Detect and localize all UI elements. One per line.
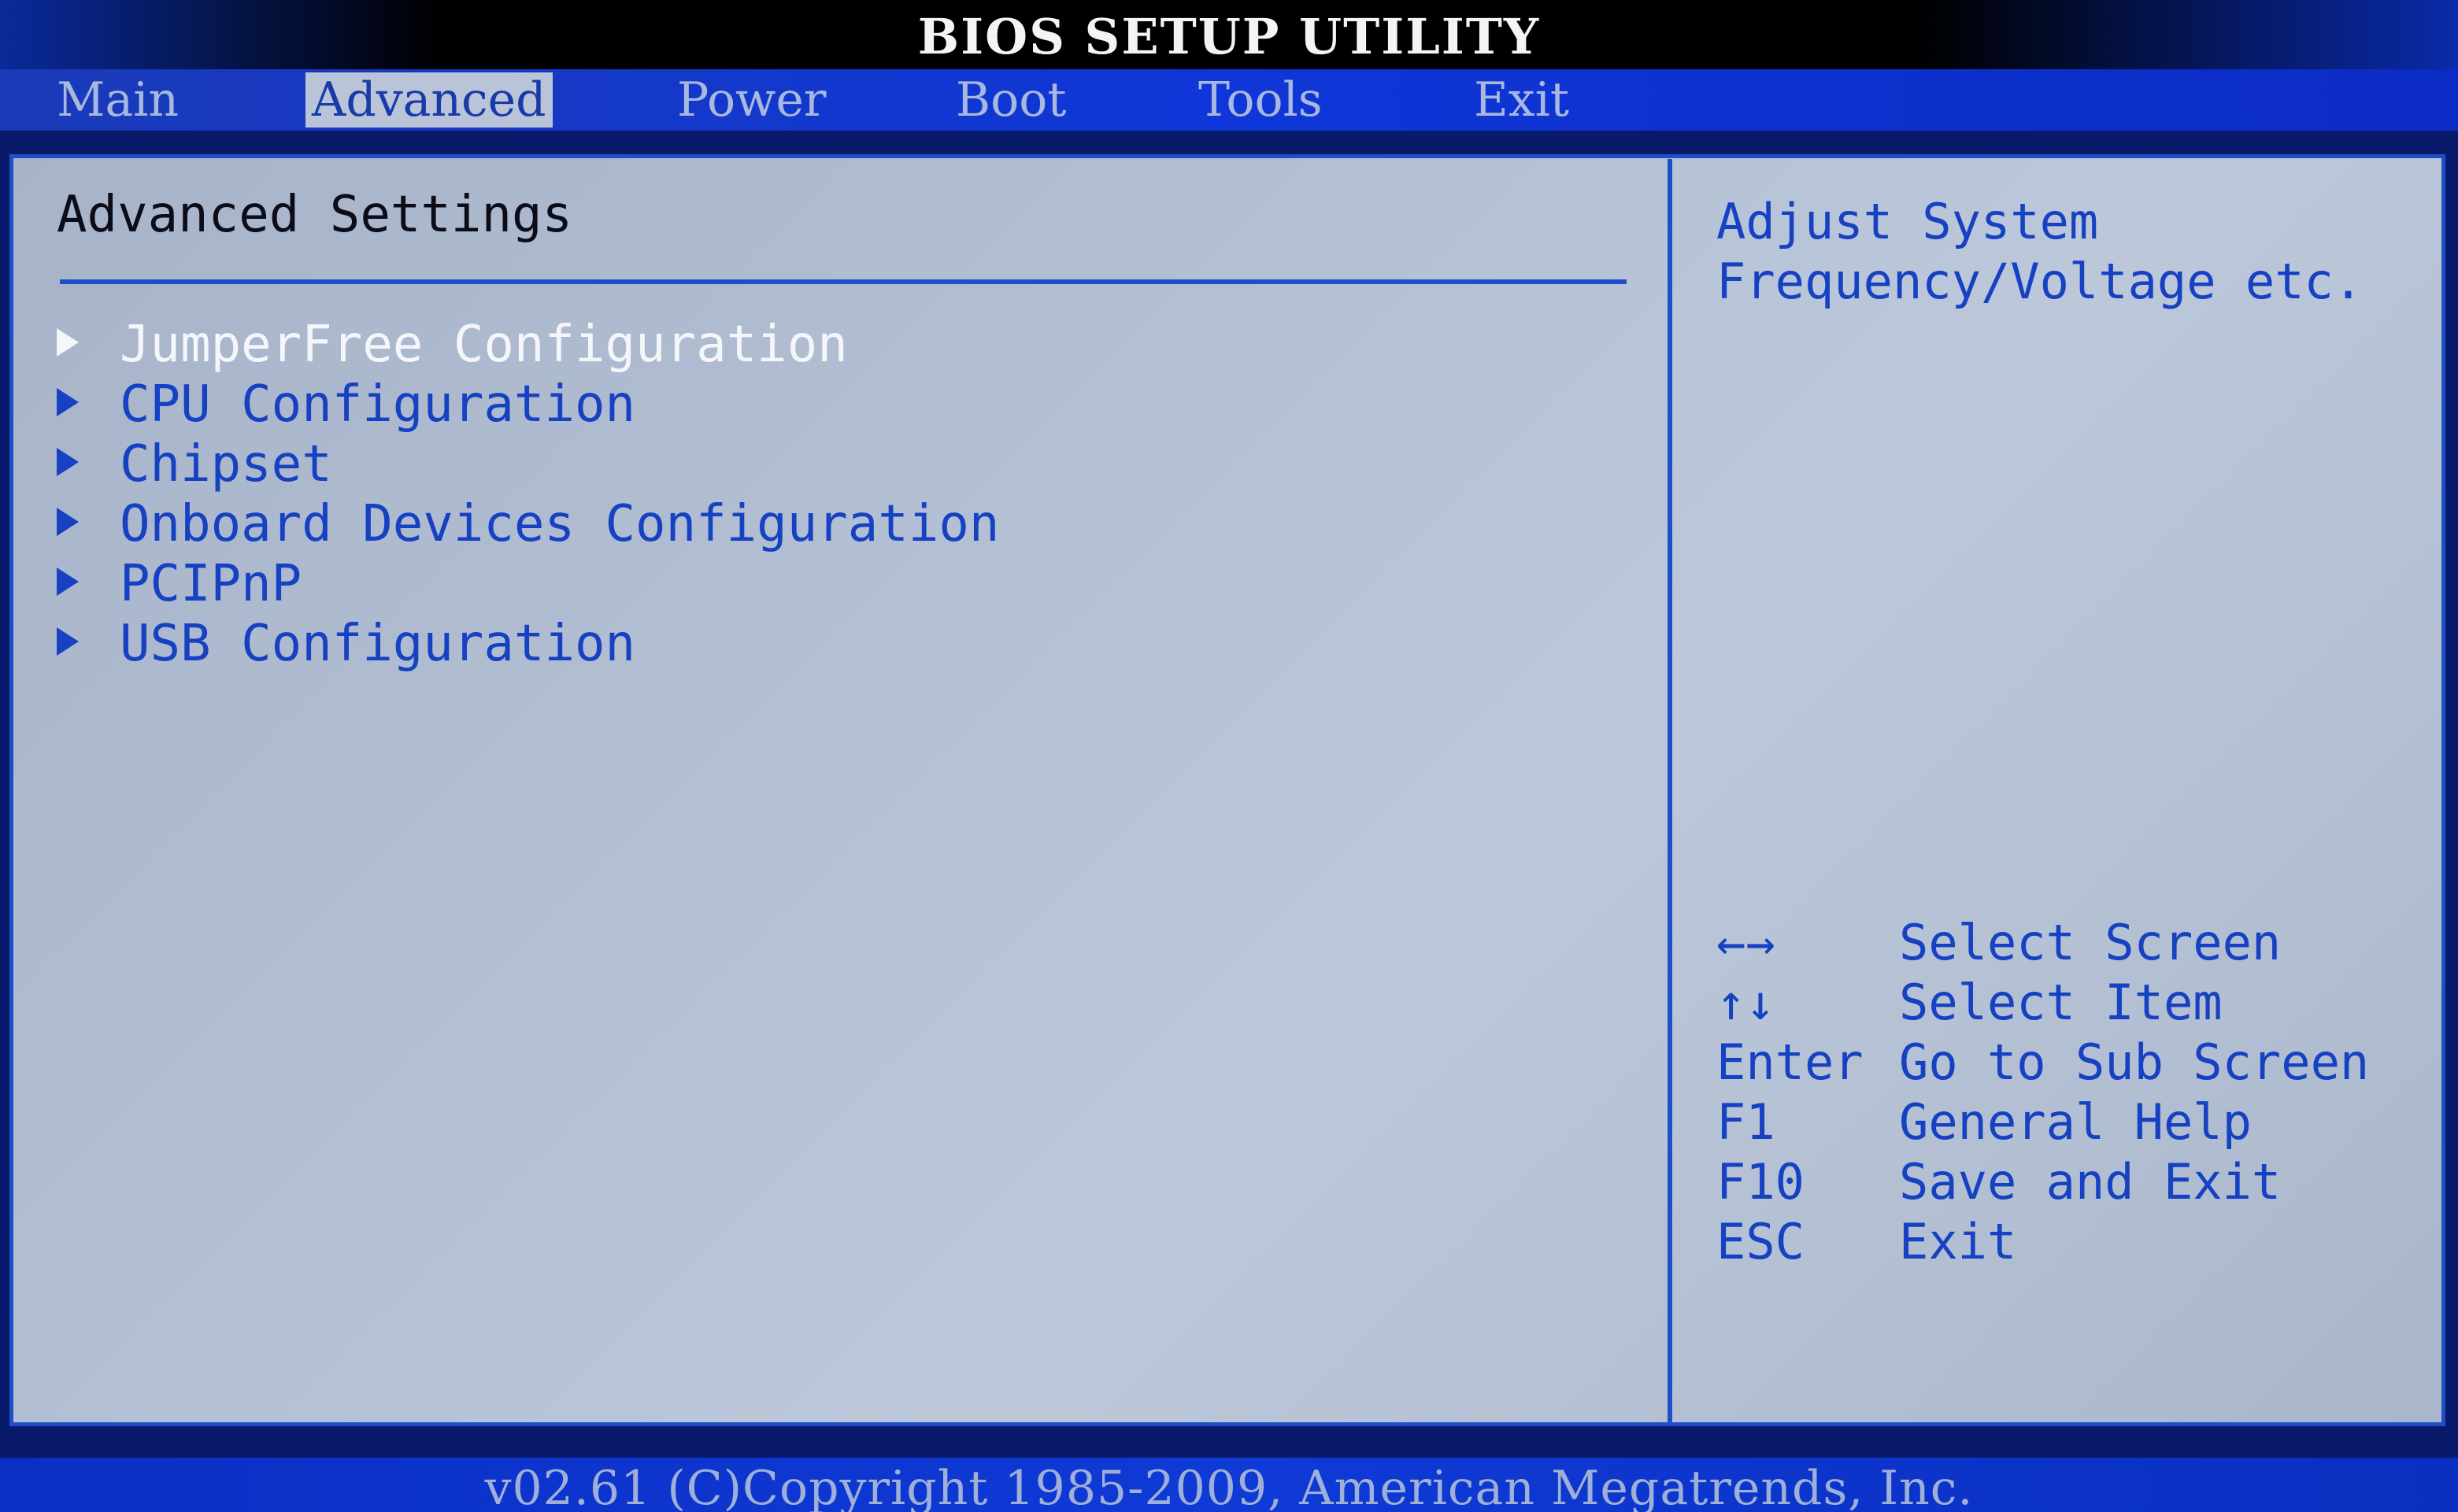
key-legend: ←→ Select Screen ↑↓ Select Item Enter Go to… [1716,913,2369,1272]
submenu-arrow-icon [57,328,79,357]
item-pcipnp[interactable]: PCIPnP [57,554,999,614]
key-row-select-item: ↑↓ Select Item [1716,973,2369,1033]
item-label: JumperFree Configuration [120,316,848,374]
key-name: Enter [1716,1033,1864,1091]
tab-power[interactable]: Power [671,72,833,128]
submenu-arrow-icon [57,508,79,537]
key-description: Go to Sub Screen [1899,1033,2370,1091]
help-line-2: Frequency/Voltage etc. [1716,253,2364,310]
item-onboard-devices-configuration[interactable]: Onboard Devices Configuration [57,494,999,554]
tab-main[interactable]: Main [50,72,185,128]
key-description: General Help [1899,1093,2252,1151]
key-name: ESC [1716,1213,1805,1270]
item-label: CPU Configuration [120,375,636,434]
help-line-1: Adjust System [1716,193,2099,250]
key-row-enter: Enter Go to Sub Screen [1716,1033,2369,1092]
status-bar: v02.61 (C)Copyright 1985-2009, American … [0,1458,2458,1512]
key-name: F10 [1716,1153,1805,1211]
title-bar: BIOS SETUP UTILITY [0,0,2458,69]
tab-boot[interactable]: Boot [950,72,1072,128]
copyright-text: v02.61 (C)Copyright 1985-2009, American … [484,1461,1974,1512]
help-description: Adjust System Frequency/Voltage etc. [1716,192,2425,312]
submenu-arrow-icon [57,627,79,656]
item-label: Chipset [120,435,332,494]
key-name: F1 [1716,1093,1775,1151]
key-row-f1: F1 General Help [1716,1092,2369,1152]
key-description: Save and Exit [1899,1153,2282,1211]
panel-divider [1668,159,1672,1423]
key-description: Exit [1899,1213,2017,1270]
item-cpu-configuration[interactable]: CPU Configuration [57,375,999,434]
settings-list: JumperFree Configuration CPU Configurati… [57,315,999,674]
key-row-select-screen: ←→ Select Screen [1716,913,2369,973]
item-chipset[interactable]: Chipset [57,434,999,494]
tab-exit[interactable]: Exit [1468,72,1575,128]
section-title: Advanced Settings [57,186,573,244]
key-description: Select Screen [1899,914,2282,971]
item-label: USB Configuration [120,615,636,673]
menu-bar: Main Advanced Power Boot Tools Exit [0,69,2458,131]
submenu-arrow-icon [57,388,79,417]
item-label: Onboard Devices Configuration [120,495,1000,553]
item-usb-configuration[interactable]: USB Configuration [57,614,999,674]
tab-tools[interactable]: Tools [1192,72,1329,128]
section-divider [60,279,1627,284]
item-jumperfree-configuration[interactable]: JumperFree Configuration [57,315,999,375]
tab-advanced[interactable]: Advanced [305,72,553,128]
submenu-arrow-icon [57,567,79,597]
key-row-f10: F10 Save and Exit [1716,1152,2369,1212]
key-description: Select Item [1899,974,2223,1031]
app-title: BIOS SETUP UTILITY [917,8,1541,65]
left-right-arrows-icon: ←→ [1716,914,1775,971]
item-label: PCIPnP [120,555,302,613]
key-row-esc: ESC Exit [1716,1212,2369,1272]
up-down-arrows-icon: ↑↓ [1716,974,1775,1031]
submenu-arrow-icon [57,448,79,477]
